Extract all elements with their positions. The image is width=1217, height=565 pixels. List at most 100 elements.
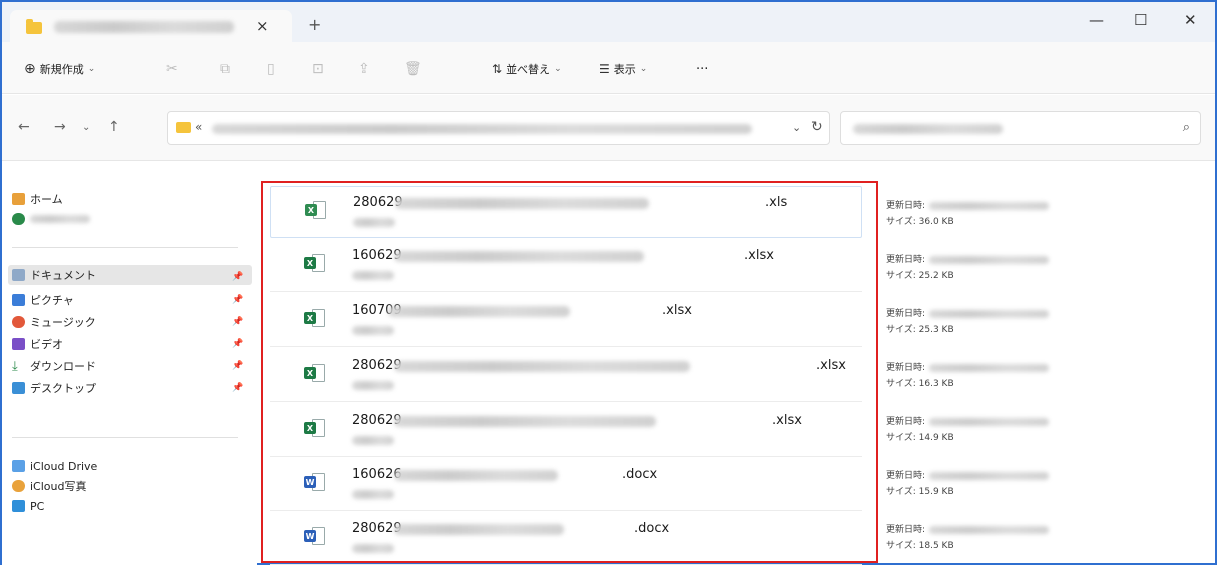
close-window-button[interactable]: ✕	[1184, 11, 1197, 29]
file-badge: X	[305, 204, 317, 216]
plus-circle-icon: ⊕	[24, 61, 36, 77]
pin-icon: 📌	[232, 339, 244, 349]
cut-button[interactable]: ✂	[166, 61, 178, 77]
maximize-button[interactable]: ☐	[1134, 11, 1147, 29]
modified-line: 更新日時:	[886, 252, 1050, 265]
pc-icon	[12, 500, 25, 512]
more-button[interactable]: ···	[696, 61, 708, 77]
forward-arrow-icon[interactable]: →	[54, 119, 66, 135]
sort-button[interactable]: ⇅ 並べ替え ⌄	[492, 61, 562, 77]
download-icon: ⤓	[12, 358, 18, 374]
navigation-pane: ホーム ドキュメント 📌 ピクチャ 📌 ミュージック 📌 ビデオ 📌 ⤓ ダウン…	[2, 162, 257, 565]
file-row[interactable]: X 280629 .xls	[270, 186, 862, 238]
share-icon: ⇪	[358, 61, 370, 77]
file-subtitle-redacted	[352, 544, 394, 553]
sidebar-item-documents[interactable]: ドキュメント	[8, 265, 252, 285]
modified-value-redacted	[929, 201, 1050, 210]
modified-line: 更新日時:	[886, 468, 1050, 481]
modified-value-redacted	[929, 525, 1050, 534]
sidebar-item-icloud-drive[interactable]: iCloud Drive	[12, 456, 97, 476]
icloud-photos-icon	[12, 480, 25, 492]
file-row[interactable]: X 160629 .xlsx	[270, 240, 862, 292]
pin-icon: 📌	[232, 361, 244, 371]
word-file-icon: W	[304, 525, 326, 547]
modified-label: 更新日時:	[886, 363, 926, 373]
modified-line: 更新日時:	[886, 414, 1050, 427]
file-details: 更新日時: サイズ: 18.5 KB	[886, 520, 1146, 560]
file-badge: X	[304, 367, 316, 379]
sidebar-item-desktop[interactable]: デスクトップ	[12, 378, 96, 398]
size-label: サイズ:	[886, 325, 916, 335]
desktop-icon	[12, 382, 25, 394]
command-bar: ⊕ 新規作成 ⌄ ✂ ⧉ ▯ ⊡ ⇪ 🗑 ⇅ 並べ替え ⌄ ☰ 表示 ⌄ ···	[2, 42, 1215, 94]
size-line: サイズ: 25.2 KB	[886, 268, 954, 281]
paste-button[interactable]: ▯	[267, 61, 275, 77]
document-icon	[12, 269, 25, 281]
file-extension: .xlsx	[744, 248, 774, 263]
sidebar-item-pictures[interactable]: ピクチャ	[12, 290, 74, 310]
size-label: サイズ:	[886, 379, 916, 389]
excel-file-icon: X	[304, 362, 326, 384]
file-row[interactable]: X 280629 .xlsx	[270, 350, 862, 402]
file-extension: .docx	[622, 467, 658, 482]
new-tab-button[interactable]: +	[308, 15, 321, 34]
tab-close-button[interactable]: ×	[256, 17, 269, 35]
modified-line: 更新日時:	[886, 360, 1050, 373]
minimize-button[interactable]: —	[1089, 11, 1104, 29]
sidebar-item-icloud-photos[interactable]: iCloud写真	[12, 476, 86, 496]
size-value: 25.3 KB	[918, 325, 954, 335]
modified-value-redacted	[929, 417, 1050, 426]
file-row[interactable]: X 280629 .xlsx	[270, 405, 862, 457]
copy-button[interactable]: ⧉	[220, 61, 230, 77]
file-subtitle-redacted	[352, 436, 394, 445]
search-icon: ⌕	[1182, 120, 1190, 135]
address-bar[interactable]: « ⌄ ↻	[167, 111, 830, 145]
picture-icon	[12, 294, 25, 306]
folder-tab[interactable]: ×	[10, 10, 292, 42]
view-button[interactable]: ☰ 表示 ⌄	[599, 61, 647, 77]
file-name-redacted	[394, 524, 564, 535]
share-button[interactable]: ⇪	[358, 61, 370, 77]
file-details: 更新日時: サイズ: 16.3 KB	[886, 358, 1146, 398]
file-row[interactable]: X 160709 .xlsx	[270, 295, 862, 347]
recent-chevron-icon[interactable]: ⌄	[82, 122, 90, 133]
refresh-icon[interactable]: ↻	[811, 119, 823, 135]
sidebar-item-downloads[interactable]: ⤓ ダウンロード	[12, 356, 96, 376]
sidebar-item-videos[interactable]: ビデオ	[12, 334, 63, 354]
modified-label: 更新日時:	[886, 471, 926, 481]
chevron-down-icon[interactable]: ⌄	[792, 121, 801, 134]
up-arrow-icon[interactable]: ↑	[108, 119, 120, 135]
word-file-icon: W	[304, 471, 326, 493]
navigation-row: ← → ⌄ ↑ « ⌄ ↻ ⌕	[2, 95, 1215, 161]
icloud-drive-icon	[12, 460, 25, 472]
new-button[interactable]: ⊕ 新規作成 ⌄	[24, 61, 95, 77]
modified-label: 更新日時:	[886, 255, 926, 265]
back-arrow-icon[interactable]: ←	[18, 119, 30, 135]
title-bar: × + — ☐ ✕	[2, 2, 1215, 42]
file-details: 更新日時: サイズ: 25.3 KB	[886, 304, 1146, 344]
sidebar-item-label: ドキュメント	[30, 269, 96, 282]
file-row[interactable]: W 280629 .docx	[270, 513, 862, 565]
sidebar-item-pc[interactable]: PC	[12, 496, 44, 516]
rename-button[interactable]: ⊡	[312, 61, 324, 77]
size-value: 16.3 KB	[918, 379, 954, 389]
file-badge: X	[304, 312, 316, 324]
size-line: サイズ: 25.3 KB	[886, 322, 954, 335]
size-value: 15.9 KB	[918, 487, 954, 497]
sidebar-item-music[interactable]: ミュージック	[12, 312, 96, 332]
excel-file-icon: X	[304, 417, 326, 439]
sidebar-item-onedrive[interactable]	[12, 209, 90, 229]
sidebar-item-home[interactable]: ホーム	[12, 189, 63, 209]
size-label: サイズ:	[886, 487, 916, 497]
copy-icon: ⧉	[220, 61, 230, 77]
file-badge: W	[304, 476, 316, 488]
delete-button[interactable]: 🗑	[404, 61, 422, 77]
sidebar-divider	[12, 247, 238, 248]
search-input[interactable]: ⌕	[840, 111, 1201, 145]
file-row[interactable]: W 160626 .docx	[270, 459, 862, 511]
chevron-double-left-icon[interactable]: «	[195, 120, 202, 134]
file-details: 更新日時: サイズ: 25.2 KB	[886, 250, 1146, 290]
modified-label: 更新日時:	[886, 201, 926, 211]
file-extension: .xlsx	[772, 413, 802, 428]
file-badge: W	[304, 530, 316, 542]
